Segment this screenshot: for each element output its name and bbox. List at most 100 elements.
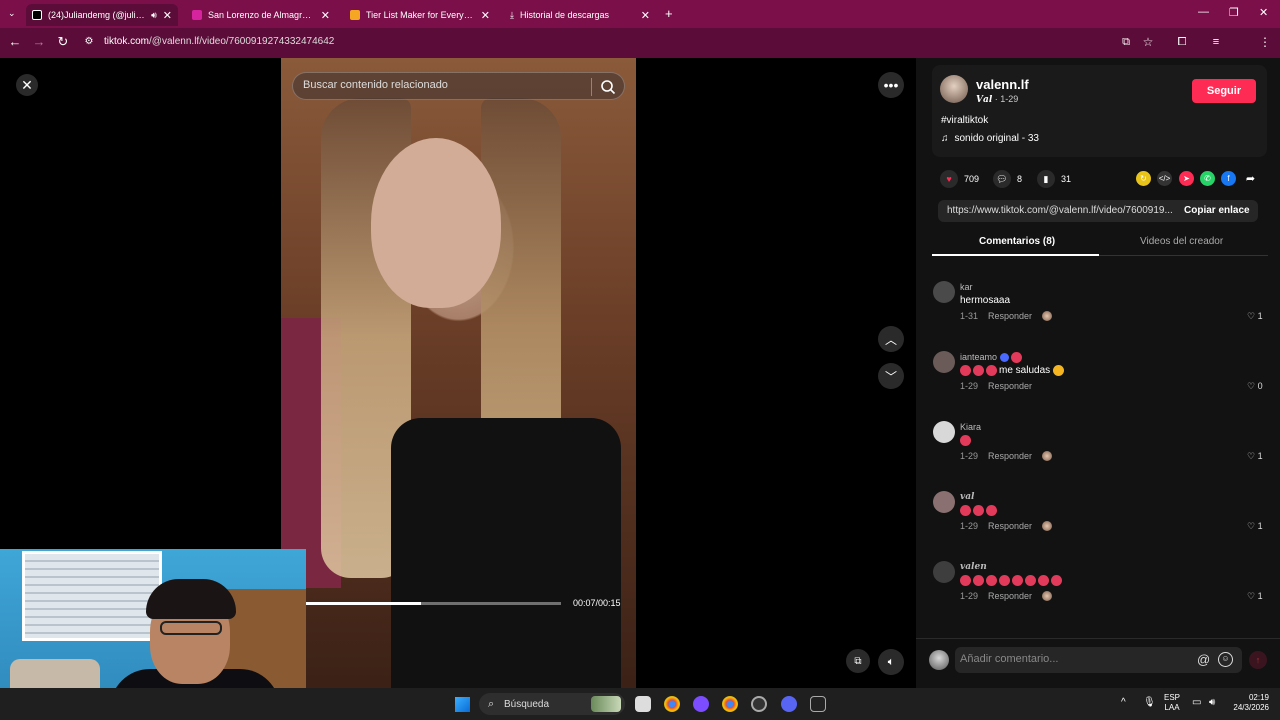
volume-button[interactable]: 🔈︎ [878,649,904,675]
creator-username[interactable]: valenn.lf [976,77,1029,92]
facebook-icon[interactable]: f [1221,171,1236,186]
embed-icon[interactable]: </> [1157,171,1172,186]
menu-kebab-icon[interactable]: ⋮ [1256,35,1274,49]
pip-icon: ⧉ [854,655,862,667]
close-tab-icon[interactable]: ✕ [481,9,490,22]
app-icon-grid[interactable] [810,696,826,712]
repost-icon[interactable]: ↻ [1136,171,1151,186]
comment-avatar[interactable] [933,491,955,513]
reply-button[interactable]: Responder [988,451,1032,461]
reply-button[interactable]: Responder [988,521,1032,531]
extensions-icon[interactable]: ⧠ [1173,36,1191,49]
comment-username[interactable]: kar [960,282,973,292]
comment-meta: 1-29 Responder [960,521,1053,531]
comment-like-button[interactable]: ♡ 1 [1247,521,1263,532]
emoji-picker-icon[interactable]: ☺ [1218,652,1233,667]
related-search-input[interactable] [303,79,583,91]
creator-subline: 𝑽𝒂𝒍 · 1-29 [976,94,1018,105]
browser-tab-tiktok[interactable]: (24)Juliandemg (@julian12... 🔊︎ ✕ [26,4,178,26]
comment-username[interactable]: ianteamo [960,352,1024,364]
search-icon: ⌕ [488,698,495,710]
comment-username[interactable]: Kiara [960,422,981,432]
audio-icon[interactable]: 🔊︎ [151,10,157,21]
comment-avatar[interactable] [933,351,955,373]
close-video-button[interactable]: ✕ [16,74,38,96]
network-icon[interactable]: ▭ [1192,697,1201,708]
install-app-icon[interactable]: ⧉ [1117,36,1135,49]
back-icon[interactable]: ← [6,34,24,49]
more-options-button[interactable]: ••• [878,72,904,98]
follow-button[interactable]: Seguir [1192,79,1256,103]
comment-like-button[interactable]: ♡ 1 [1247,311,1263,322]
browser-tab-instagram[interactable]: San Lorenzo de Almagro (@san... ✕ [186,4,336,26]
chrome-icon[interactable] [664,696,680,712]
bookmark-star-icon[interactable]: ☆ [1139,35,1157,49]
site-info-icon[interactable]: ⚙ [80,36,98,47]
comment-like-button[interactable]: ♡ 1 [1247,591,1263,602]
sound-link[interactable]: ♫ sonido original - 33 [941,133,1039,144]
comment-date: 1-29 [960,451,979,461]
reply-button[interactable]: Responder [988,381,1032,391]
send-to-friends-icon[interactable]: ➤ [1179,171,1194,186]
picture-in-picture-button[interactable]: ⧉ [846,649,870,673]
reload-icon[interactable]: ↻ [54,34,72,50]
file-explorer-icon[interactable] [635,696,651,712]
comment-username[interactable]: 𝒗𝒂𝒍 [960,492,974,502]
tray-chevron-icon[interactable]: ^ [1121,697,1126,708]
new-tab-button[interactable]: + [665,6,673,21]
comment-meta: 1-31 Responder [960,311,1053,321]
tab-comments[interactable]: Comentarios (8) [979,236,1055,247]
whatsapp-icon[interactable]: ✆ [1200,171,1215,186]
close-tab-icon[interactable]: ✕ [321,9,330,22]
comment-avatar[interactable] [933,561,955,583]
tab-creator-videos[interactable]: Videos del creador [1140,236,1223,247]
clock-time: 02:19 [1248,693,1269,702]
reply-button[interactable]: Responder [988,311,1032,321]
comment-avatar[interactable] [933,421,955,443]
save-button[interactable]: ▮ 31 [1037,170,1071,188]
steam-icon[interactable] [751,696,767,712]
url-field[interactable]: tiktok.com/@valenn.lf/video/760091927433… [104,36,334,47]
reply-button[interactable]: Responder [988,591,1032,601]
hashtag-link[interactable]: #viraltiktok [941,115,988,126]
comment-username[interactable]: 𝒗𝒂𝒍𝒆𝒏 [960,562,987,572]
search-icon[interactable] [599,78,617,96]
forward-icon[interactable]: → [30,34,48,49]
media-control-icon[interactable]: ≡ [1207,36,1225,48]
comment-button[interactable]: 💬︎ 8 [993,170,1022,188]
comment-input[interactable] [960,653,1180,665]
copy-link-button[interactable]: Copiar enlace [1184,205,1250,216]
minimize-icon[interactable]: — [1198,6,1209,18]
send-comment-button[interactable]: ↑ [1249,651,1267,669]
windows-start-icon[interactable] [455,697,470,712]
video-player[interactable] [281,58,636,688]
creator-avatar[interactable] [940,75,968,103]
microphone-icon[interactable]: 🎙︎ [1143,697,1156,708]
close-tab-icon[interactable]: ✕ [641,9,650,22]
comment-like-button[interactable]: ♡ 1 [1247,451,1263,462]
volume-tray-icon[interactable]: 🔊︎ [1209,697,1215,708]
tab-list-icon[interactable]: ⌄ [8,8,16,19]
chrome-profile-icon[interactable] [722,696,738,712]
comment-date: 1-31 [960,311,979,321]
comment-avatar[interactable] [933,281,955,303]
app-icon-purple[interactable] [693,696,709,712]
close-window-icon[interactable]: ✕ [1259,6,1268,19]
browser-tab-downloads[interactable]: ⤓ Historial de descargas ✕ [504,4,656,26]
discord-icon[interactable] [781,696,797,712]
maximize-icon[interactable]: ❐ [1229,6,1239,19]
heart-eyes-emoji-icon [1051,575,1062,586]
clock[interactable]: 02:19 24/3/2026 [1229,693,1269,713]
input-language[interactable]: ESP LAA [1164,693,1180,713]
share-arrow-icon[interactable]: ➦ [1243,171,1258,186]
like-button[interactable]: ♥ 709 [940,170,979,188]
comment-like-button[interactable]: ♡ 0 [1247,381,1263,392]
mention-icon[interactable]: @ [1197,652,1210,667]
tab-label: (24)Juliandemg (@julian12... [48,10,145,20]
video-progress-fill [306,602,421,605]
video-progress-bar[interactable] [306,602,561,605]
previous-video-button[interactable]: ︿ [878,326,904,352]
close-tab-icon[interactable]: ✕ [163,9,172,22]
next-video-button[interactable]: ﹀ [878,363,904,389]
browser-tab-tiermaker[interactable]: Tier List Maker for Everything - ✕ [344,4,496,26]
